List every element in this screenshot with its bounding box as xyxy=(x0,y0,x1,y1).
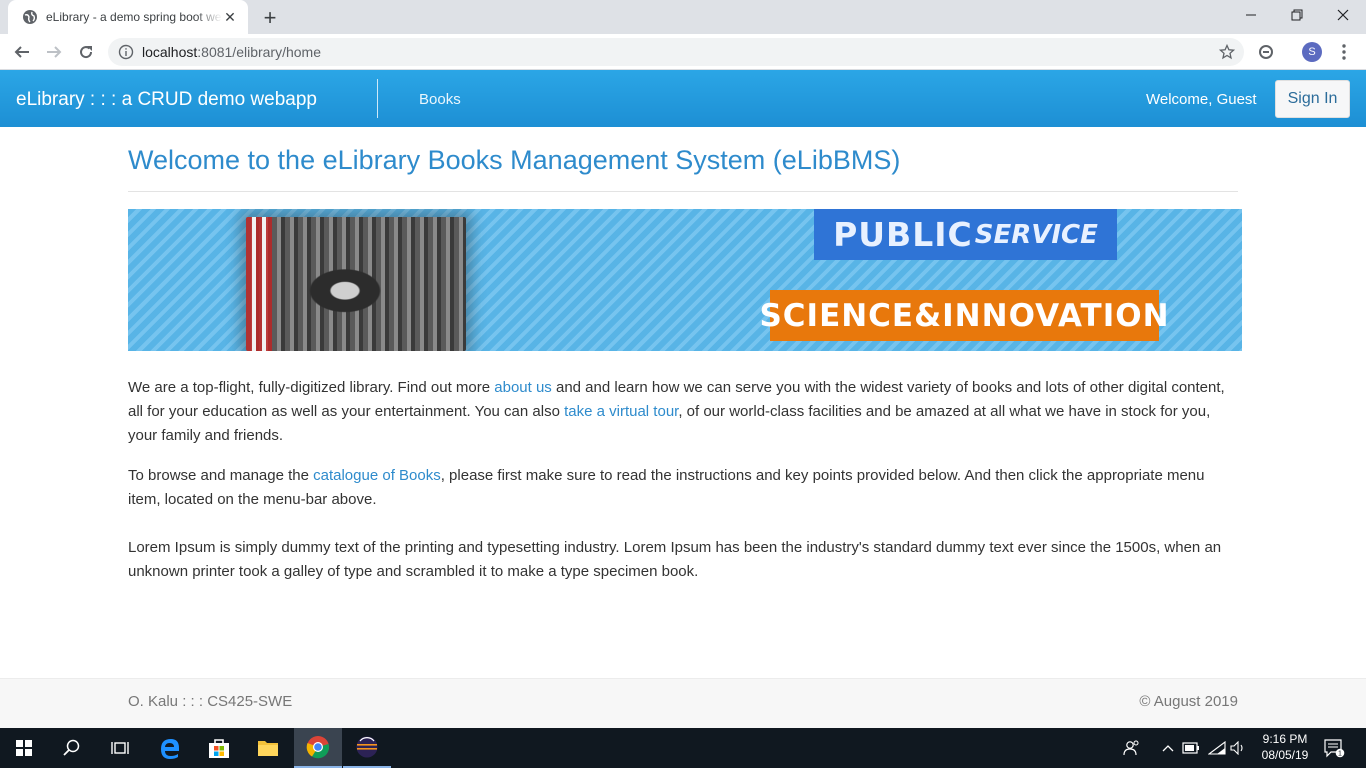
close-window-icon[interactable] xyxy=(1320,0,1366,30)
browser-tabstrip: eLibrary - a demo spring boot webapp ✕ + xyxy=(0,0,1366,34)
banner-public-service: PUBLIC SERVICE xyxy=(814,209,1117,260)
sign-in-button[interactable]: Sign In xyxy=(1275,80,1350,118)
close-tab-icon[interactable]: ✕ xyxy=(222,9,238,25)
taskbar-clock[interactable]: 9:16 PM 08/05/19 xyxy=(1250,731,1320,763)
navbar-divider xyxy=(377,79,378,118)
hero-banner: PUBLIC SERVICE SCIENCE&INNOVATION xyxy=(128,209,1242,351)
browse-paragraph: To browse and manage the catalogue of Bo… xyxy=(128,464,1240,512)
tab-title: eLibrary - a demo spring boot webapp xyxy=(46,10,222,24)
minimize-icon[interactable] xyxy=(1228,0,1274,30)
back-arrow-icon[interactable] xyxy=(10,40,34,64)
intro-paragraph: We are a top-flight, fully-digitized lib… xyxy=(128,376,1240,448)
site-footer: O. Kalu : : : CS425-SWE © August 2019 xyxy=(0,678,1366,728)
footer-copyright: © August 2019 xyxy=(1139,693,1238,710)
people-icon[interactable] xyxy=(1120,728,1144,768)
address-bar[interactable]: localhost:8081/elibrary/home xyxy=(108,38,1244,66)
banner-public-bold: PUBLIC xyxy=(833,215,973,254)
profile-avatar[interactable]: S xyxy=(1302,42,1322,62)
browse-text-1: To browse and manage the xyxy=(128,467,314,484)
clock-date: 08/05/19 xyxy=(1261,748,1309,762)
windows-start-icon[interactable] xyxy=(0,728,48,768)
notification-icon[interactable]: 1 xyxy=(1322,728,1346,768)
browser-tab[interactable]: eLibrary - a demo spring boot webapp ✕ xyxy=(8,0,248,34)
virtual-tour-link[interactable]: take a virtual tour xyxy=(564,403,678,420)
search-icon[interactable] xyxy=(48,728,96,768)
banner-science-innovation: SCIENCE&INNOVATION xyxy=(759,290,1169,341)
brand-title[interactable]: eLibrary : : : a CRUD demo webapp xyxy=(16,70,317,127)
forward-arrow-icon[interactable] xyxy=(42,40,66,64)
site-navbar: eLibrary : : : a CRUD demo webapp Books … xyxy=(0,70,1366,127)
banner-photo xyxy=(246,217,466,351)
task-view-icon[interactable] xyxy=(96,728,144,768)
battery-icon[interactable] xyxy=(1180,728,1202,768)
url-host: localhost xyxy=(142,44,198,60)
extension-icon[interactable] xyxy=(1256,42,1276,62)
more-menu-icon[interactable] xyxy=(1336,42,1352,62)
browser-toolbar: localhost:8081/elibrary/home S xyxy=(0,34,1366,70)
wifi-icon[interactable] xyxy=(1206,728,1228,768)
globe-icon xyxy=(22,9,38,25)
volume-icon[interactable] xyxy=(1228,728,1248,768)
lorem-paragraph: Lorem Ipsum is simply dummy text of the … xyxy=(128,539,1222,580)
about-us-link[interactable]: about us xyxy=(494,379,552,396)
intro-text-1: We are a top-flight, fully-digitized lib… xyxy=(128,379,495,396)
chrome-icon[interactable] xyxy=(294,728,342,768)
banner-public-italic: SERVICE xyxy=(974,219,1098,250)
title-divider xyxy=(128,191,1238,192)
restore-icon[interactable] xyxy=(1274,0,1320,30)
welcome-text: Welcome, Guest xyxy=(1146,91,1257,108)
info-icon[interactable] xyxy=(118,44,134,60)
footer-author: O. Kalu : : : CS425-SWE xyxy=(128,693,293,710)
chevron-up-icon[interactable] xyxy=(1158,728,1178,768)
nav-link-books[interactable]: Books xyxy=(419,70,461,127)
notification-badge: 1 xyxy=(1338,751,1342,758)
edge-browser-icon[interactable] xyxy=(146,728,194,768)
catalogue-link[interactable]: catalogue of Books xyxy=(313,467,441,484)
url-path: :8081/elibrary/home xyxy=(197,44,322,60)
bookmark-star-icon[interactable] xyxy=(1218,43,1236,61)
page-title: Welcome to the eLibrary Books Management… xyxy=(128,145,901,175)
file-explorer-icon[interactable] xyxy=(244,728,292,768)
clock-time: 9:16 PM xyxy=(1262,732,1308,746)
new-tab-icon[interactable]: + xyxy=(258,5,282,30)
eclipse-icon[interactable] xyxy=(343,728,391,768)
windows-taskbar: 9:16 PM 08/05/19 1 xyxy=(0,728,1366,768)
store-icon[interactable] xyxy=(195,728,243,768)
reload-icon[interactable] xyxy=(74,40,98,64)
